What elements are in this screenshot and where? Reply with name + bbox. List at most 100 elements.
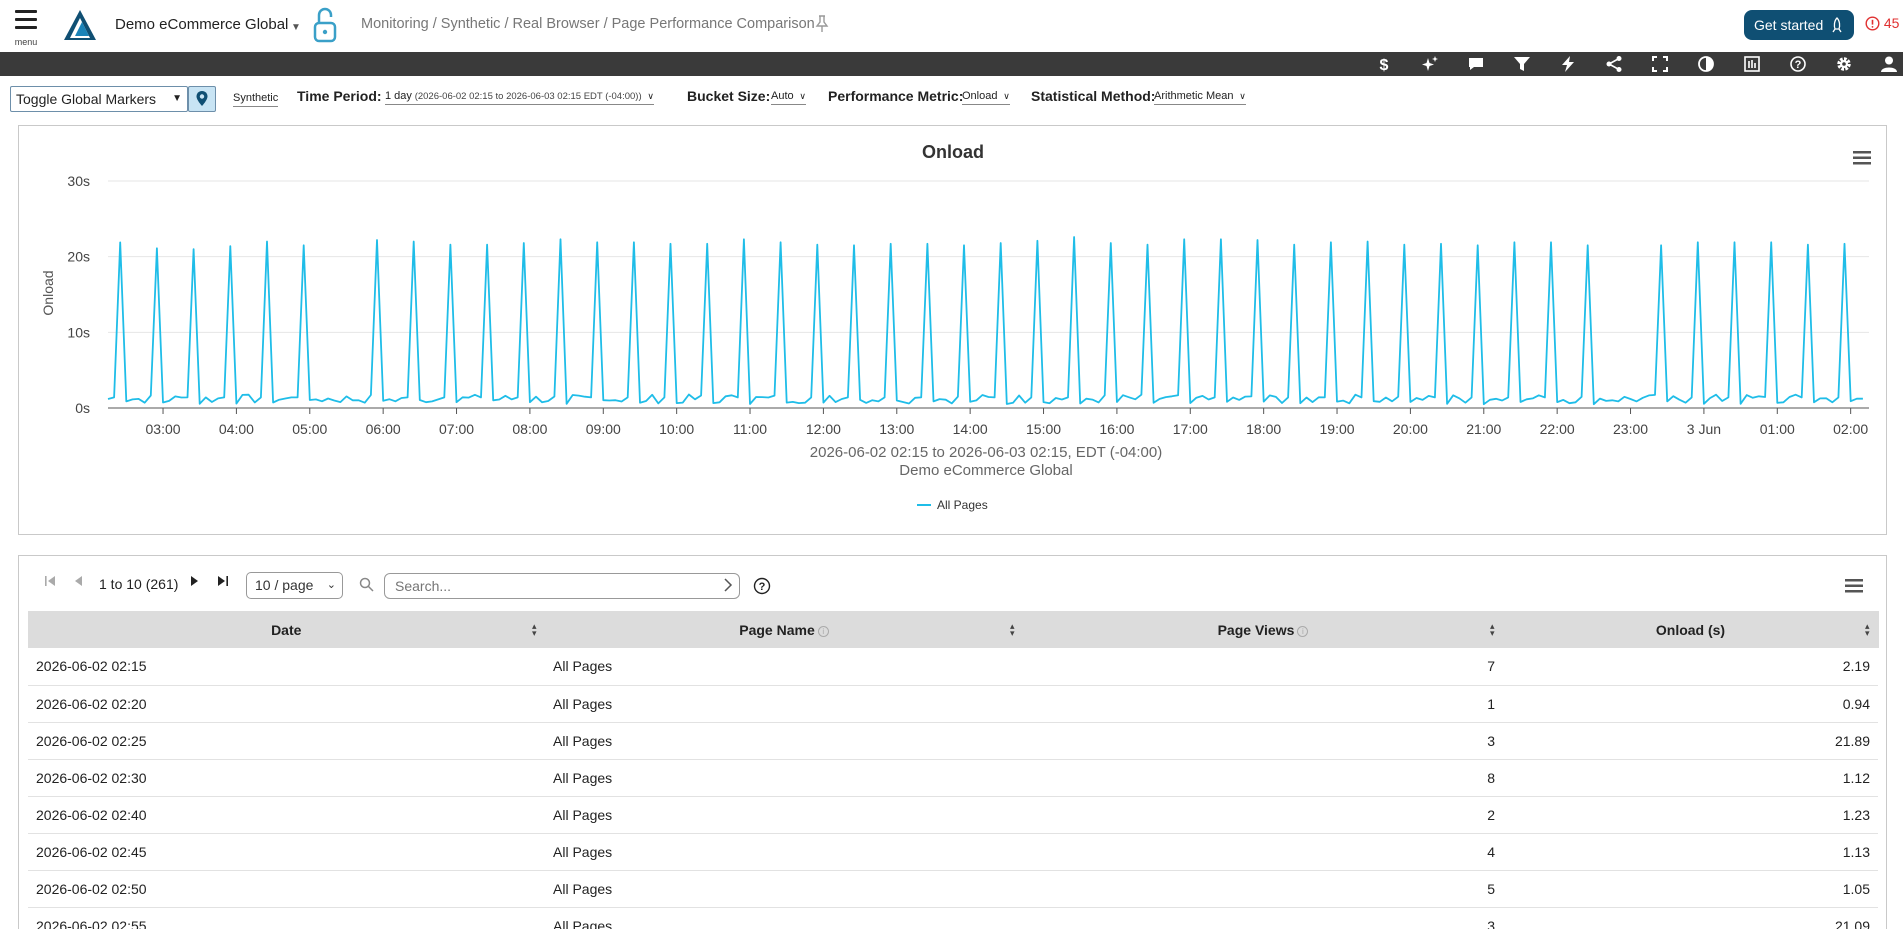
svg-text:?: ? [1795, 59, 1802, 71]
performance-metric-dropdown[interactable]: Onload ∨ [962, 90, 1010, 105]
column-header-onload[interactable]: Onload (s) ▴ ▾ [1503, 611, 1879, 648]
table-row[interactable]: 2026-06-02 02:20 All Pages 1 0.94 [28, 685, 1878, 723]
table-row[interactable]: 2026-06-02 02:30 All Pages 8 1.12 [28, 759, 1878, 797]
page-size-select[interactable]: 10 / page ⌄ [246, 572, 343, 599]
x-tick-label: 07:00 [439, 421, 474, 437]
bucket-size-label: Bucket Size: [687, 88, 771, 104]
logo-icon[interactable] [62, 8, 98, 42]
map-marker-button[interactable] [188, 86, 216, 112]
x-tick-label: 12:00 [806, 421, 841, 437]
legend-item-all-pages[interactable]: All Pages [917, 498, 988, 512]
table-row[interactable]: 2026-06-02 02:25 All Pages 3 21.89 [28, 722, 1878, 760]
last-page-icon[interactable] [215, 573, 231, 589]
x-tick-label: 15:00 [1026, 421, 1061, 437]
cell-onload: 2.19 [1503, 648, 1878, 686]
x-tick-label: 11:00 [733, 421, 767, 437]
search-input[interactable] [384, 573, 740, 599]
global-markers-select[interactable]: Toggle Global Markers ▼ [10, 86, 188, 112]
fullscreen-icon[interactable] [1651, 55, 1669, 73]
chevron-down-icon[interactable]: ▼ [291, 22, 301, 33]
data-table: Date ▴ ▾ Page Name i ▴ ▾ Page Views i ▴ ▾ Onl… [28, 611, 1879, 929]
performance-metric-label: Performance Metric: [828, 88, 964, 104]
cell-page-name: All Pages [545, 759, 1023, 797]
get-started-button[interactable]: Get started [1744, 10, 1854, 40]
cell-onload: 21.89 [1503, 722, 1878, 760]
y-axis-label: Onload [40, 270, 56, 315]
statistical-method-dropdown[interactable]: Arithmetic Mean ∨ [1154, 90, 1246, 105]
column-header-label: Date [271, 621, 302, 638]
first-page-icon[interactable] [42, 573, 58, 589]
table-menu-icon[interactable] [1845, 579, 1863, 593]
dollar-icon[interactable]: $ [1375, 55, 1393, 73]
next-page-icon[interactable] [186, 573, 202, 589]
table-row[interactable]: 2026-06-02 02:40 All Pages 2 1.23 [28, 796, 1878, 834]
user-icon[interactable] [1880, 55, 1898, 73]
chevron-down-icon: ∨ [1239, 91, 1246, 101]
page-size-value: 10 / page [255, 577, 314, 593]
global-markers-value: Toggle Global Markers [16, 91, 157, 107]
cell-page-views: 3 [1023, 907, 1503, 929]
share-icon[interactable] [1605, 55, 1623, 73]
filter-bar: Toggle Global Markers ▼ Synthetic Time P… [0, 82, 1903, 116]
app-name[interactable]: Demo eCommerce Global [115, 16, 288, 33]
column-header-label: Page Views [1217, 621, 1295, 638]
x-tick-label: 05:00 [292, 421, 327, 437]
table-row[interactable]: 2026-06-02 02:50 All Pages 5 1.05 [28, 870, 1878, 908]
sort-icon[interactable]: ▴ ▾ [1490, 622, 1495, 638]
table-row[interactable]: 2026-06-02 02:45 All Pages 4 1.13 [28, 833, 1878, 871]
table-row[interactable]: 2026-06-02 02:15 All Pages 7 2.19 [28, 648, 1878, 686]
cell-page-views: 3 [1023, 722, 1503, 760]
chevron-right-icon[interactable] [722, 578, 734, 592]
alert-count: 45 [1883, 15, 1900, 31]
cell-date: 2026-06-02 02:25 [28, 722, 545, 760]
lightning-icon[interactable] [1559, 55, 1577, 73]
sort-icon[interactable]: ▴ ▾ [1865, 622, 1870, 638]
pin-icon[interactable] [815, 15, 829, 33]
sort-icon[interactable]: ▴ ▾ [532, 622, 537, 638]
cell-date: 2026-06-02 02:30 [28, 759, 545, 797]
sparkle-icon[interactable] [1421, 55, 1439, 73]
chevron-down-icon: ∨ [647, 91, 654, 101]
x-tick-label: 17:00 [1173, 421, 1208, 437]
cell-date: 2026-06-02 02:40 [28, 796, 545, 834]
table-row[interactable]: 2026-06-02 02:55 All Pages 3 21.09 [28, 907, 1878, 929]
info-icon[interactable]: i [1297, 625, 1309, 637]
statistical-method-label: Statistical Method: [1031, 88, 1156, 104]
x-tick-label: 14:00 [953, 421, 988, 437]
chart-panel: Onload 0s 10s 20s 30s 03:00 04:00 05:00 06:00 0… [18, 125, 1887, 535]
column-header-page-name[interactable]: Page Name i ▴ ▾ [545, 611, 1024, 648]
comment-icon[interactable] [1467, 55, 1485, 73]
settings-icon[interactable] [1835, 55, 1853, 73]
hamburger-menu-button[interactable]: menu [12, 8, 40, 47]
help-icon[interactable]: ? [753, 577, 771, 595]
bucket-size-dropdown[interactable]: Auto ∨ [771, 90, 807, 105]
column-header-page-views[interactable]: Page Views i ▴ ▾ [1023, 611, 1504, 648]
search-icon [359, 577, 374, 592]
x-tick-label: 06:00 [366, 421, 401, 437]
info-icon[interactable]: i [817, 625, 829, 637]
column-header-date[interactable]: Date ▴ ▾ [28, 611, 546, 648]
cell-onload: 1.13 [1503, 833, 1878, 871]
filter-icon[interactable] [1513, 55, 1531, 73]
alert-icon [1865, 16, 1880, 31]
help-icon[interactable]: ? [1789, 55, 1807, 73]
report-icon[interactable] [1743, 55, 1761, 73]
contrast-icon[interactable] [1697, 55, 1715, 73]
time-period-dropdown[interactable]: 1 day (2026-06-02 02:15 to 2026-06-03 02… [385, 90, 654, 105]
chevron-down-icon: ∨ [1003, 91, 1010, 101]
sort-icon[interactable]: ▴ ▾ [1010, 622, 1015, 638]
cell-date: 2026-06-02 02:45 [28, 833, 545, 871]
unlock-icon[interactable] [312, 6, 340, 44]
y-tick-label: 10s [67, 324, 90, 340]
x-tick-label: 03:00 [146, 421, 181, 437]
alert-indicator[interactable]: 45 [1865, 15, 1899, 31]
previous-page-icon[interactable] [71, 573, 87, 589]
cell-onload: 1.12 [1503, 759, 1878, 797]
source-dropdown[interactable]: Synthetic [233, 92, 279, 107]
chart-title: Onload [922, 142, 984, 162]
legend-label: All Pages [937, 498, 988, 512]
series-line-all-pages[interactable] [107, 236, 1863, 406]
cell-page-views: 5 [1023, 870, 1503, 908]
chart-menu-icon[interactable] [1853, 151, 1871, 165]
cell-onload: 1.05 [1503, 870, 1878, 908]
